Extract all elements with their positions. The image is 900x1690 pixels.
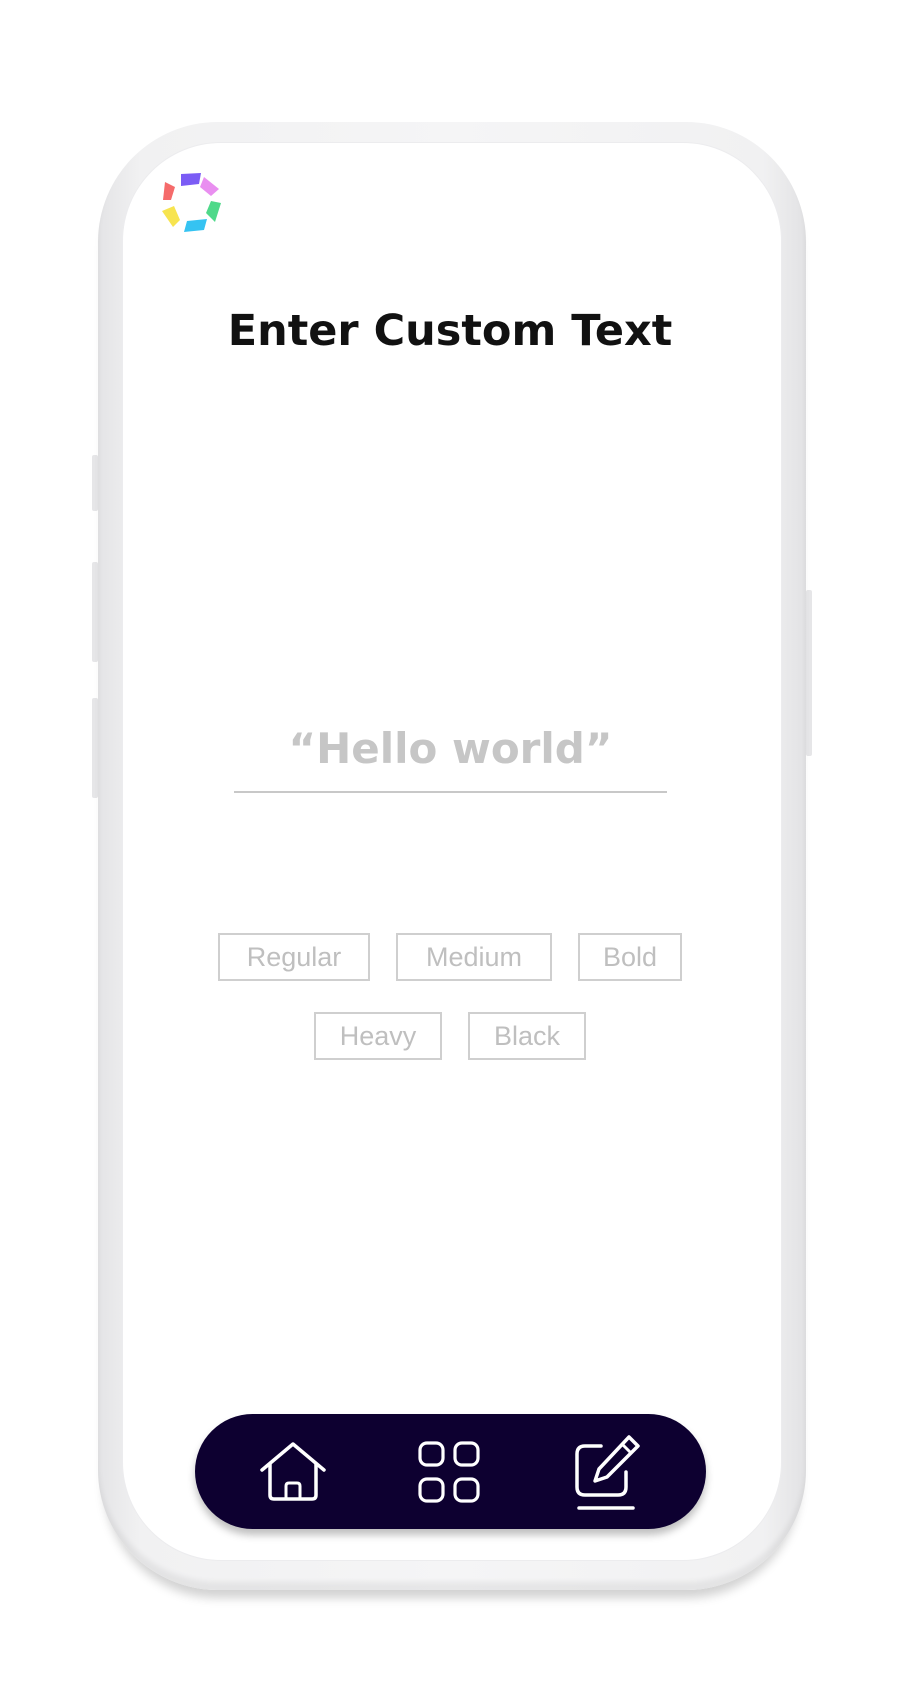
custom-text-field bbox=[234, 705, 667, 793]
stage: Enter Custom Text Regular Medium Bold He… bbox=[0, 0, 900, 1690]
home-icon bbox=[260, 1442, 326, 1501]
nav-edit[interactable] bbox=[565, 1430, 649, 1514]
bottom-navigation-bar bbox=[195, 1414, 706, 1529]
nav-grid[interactable] bbox=[407, 1430, 491, 1514]
weight-regular-button[interactable]: Regular bbox=[218, 933, 370, 981]
app-logo-icon bbox=[162, 173, 221, 232]
weight-bold-button[interactable]: Bold bbox=[578, 933, 682, 981]
grid-icon bbox=[418, 1441, 480, 1503]
power-button bbox=[806, 590, 812, 756]
edit-icon bbox=[575, 1435, 640, 1510]
weight-black-button[interactable]: Black bbox=[468, 1012, 586, 1060]
nav-home[interactable] bbox=[251, 1430, 335, 1514]
weight-medium-button[interactable]: Medium bbox=[396, 933, 552, 981]
custom-text-input[interactable] bbox=[234, 705, 667, 791]
weight-heavy-button[interactable]: Heavy bbox=[314, 1012, 442, 1060]
page-title: Enter Custom Text bbox=[227, 306, 673, 356]
